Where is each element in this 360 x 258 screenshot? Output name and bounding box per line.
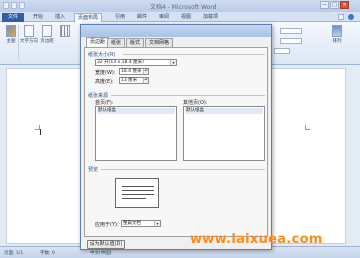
help-icon[interactable] — [348, 14, 354, 20]
tab-page-layout[interactable]: 页面布局 — [74, 13, 103, 22]
close-button[interactable]: ✕ — [340, 1, 349, 9]
chevron-down-icon: ▾ — [170, 60, 176, 65]
tab-paper[interactable]: 纸张 — [107, 38, 126, 47]
spinner-arrows-icon[interactable]: ▴▾ — [143, 78, 148, 83]
tab-margins[interactable]: 页边距 — [86, 37, 110, 47]
status-language[interactable]: 中文(中国) — [90, 250, 112, 256]
preview-line — [122, 190, 154, 191]
text-direction-label: 文字方向 — [20, 39, 38, 44]
window-title: 文档4 - Microsoft Word — [150, 4, 217, 11]
paper-source-section-label: 纸张来源 — [88, 93, 109, 99]
word-logo-icon[interactable] — [3, 2, 9, 9]
width-input[interactable]: 18.4 厘米 ▴▾ — [119, 68, 149, 75]
apply-to-value: 整篇文档 — [123, 221, 141, 226]
height-label: 高度(E): — [95, 79, 114, 85]
preview-line — [122, 194, 154, 195]
indent-right-spinner[interactable] — [280, 38, 302, 44]
preview-line — [122, 186, 154, 187]
undo-quick-icon[interactable] — [19, 2, 25, 9]
preview-line — [122, 198, 146, 199]
apply-to-label: 应用于(Y): — [95, 222, 119, 228]
paper-size-select[interactable]: 32 开(13 x 18.4 厘米) ▾ — [95, 59, 177, 66]
group-divider — [18, 25, 19, 59]
height-value: 13 厘米 — [121, 78, 138, 83]
save-quick-icon[interactable] — [11, 2, 17, 9]
first-page-label: 首页(F): — [95, 100, 114, 106]
section-divider — [101, 169, 265, 170]
first-page-list[interactable]: 默认纸盒 — [95, 106, 177, 161]
tab-home[interactable]: 开始 — [30, 13, 46, 22]
width-value: 18.4 厘米 — [121, 69, 142, 74]
page-setup-dialog: 页边距 纸张 版式 文档网格 纸张大小(R) 32 开(13 x 18.4 厘米… — [80, 24, 272, 250]
margins-button[interactable]: 页边距 — [40, 25, 54, 47]
arrange-label: 排列 — [332, 39, 342, 44]
status-page[interactable]: 页面: 1/1 — [4, 250, 23, 256]
section-divider — [111, 95, 265, 96]
status-words[interactable]: 字数: 0 — [40, 250, 55, 256]
arrange-button[interactable]: 排列 — [330, 25, 344, 47]
set-default-button[interactable]: 设为默认值(D) — [87, 240, 125, 249]
height-input[interactable]: 13 厘米 ▴▾ — [119, 77, 149, 84]
paper-size-value: 32 开(13 x 18.4 厘米) — [97, 60, 144, 65]
minimize-ribbon-icon[interactable] — [338, 14, 344, 20]
text-cursor — [40, 129, 41, 135]
margin-corner-mark — [305, 125, 310, 130]
maximize-button[interactable]: □ — [330, 1, 339, 9]
spinner-arrows-icon[interactable]: ▴▾ — [143, 69, 148, 74]
indent-left-spinner[interactable] — [280, 28, 302, 34]
width-label: 宽度(W): — [95, 70, 116, 76]
columns-icon — [60, 25, 70, 37]
dialog-title-bar[interactable] — [81, 25, 271, 37]
tab-insert[interactable]: 插入 — [52, 13, 68, 22]
paper-size-section-label: 纸张大小(R) — [88, 52, 116, 58]
other-pages-list[interactable]: 默认纸盒 — [183, 106, 265, 161]
apply-to-select[interactable]: 整篇文档 ▾ — [121, 220, 161, 227]
tab-review[interactable]: 审阅 — [156, 13, 172, 22]
watermark-text: www.laixuea.com — [190, 232, 323, 247]
tab-mailings[interactable]: 邮件 — [134, 13, 150, 22]
tab-addins[interactable]: 加载项 — [200, 13, 221, 22]
title-bar: 文档4 - Microsoft Word — □ ✕ — [0, 0, 360, 12]
margins-label: 页边距 — [40, 39, 54, 44]
themes-icon — [6, 25, 16, 37]
tab-view[interactable]: 视图 — [178, 13, 194, 22]
ribbon-tab-bar: 文件 开始 插入 页面布局 引用 邮件 审阅 视图 加载项 — [0, 12, 360, 22]
other-pages-label: 其他页(O): — [183, 100, 208, 106]
arrange-icon — [332, 25, 342, 37]
minimize-button[interactable]: — — [320, 1, 329, 9]
list-item[interactable]: 默认纸盒 — [97, 108, 175, 114]
preview-section-label: 预览 — [88, 167, 99, 173]
themes-button[interactable]: 主题 — [4, 25, 18, 47]
chevron-down-icon: ▾ — [154, 221, 160, 226]
columns-button[interactable] — [58, 25, 72, 47]
text-direction-button[interactable]: 文字方向 — [20, 25, 38, 47]
spacing-spinner[interactable] — [274, 48, 290, 54]
tab-layout[interactable]: 版式 — [126, 38, 145, 47]
tab-document-grid[interactable]: 文档网格 — [145, 38, 174, 47]
dialog-panel: 纸张大小(R) 32 开(13 x 18.4 厘米) ▾ 宽度(W): 18.4… — [84, 47, 268, 237]
page-preview — [115, 178, 159, 208]
text-direction-icon — [24, 25, 34, 37]
tab-references[interactable]: 引用 — [112, 13, 128, 22]
list-item[interactable]: 默认纸盒 — [185, 108, 263, 114]
section-divider — [123, 54, 265, 55]
tab-file[interactable]: 文件 — [2, 13, 24, 22]
margins-icon — [42, 25, 52, 37]
